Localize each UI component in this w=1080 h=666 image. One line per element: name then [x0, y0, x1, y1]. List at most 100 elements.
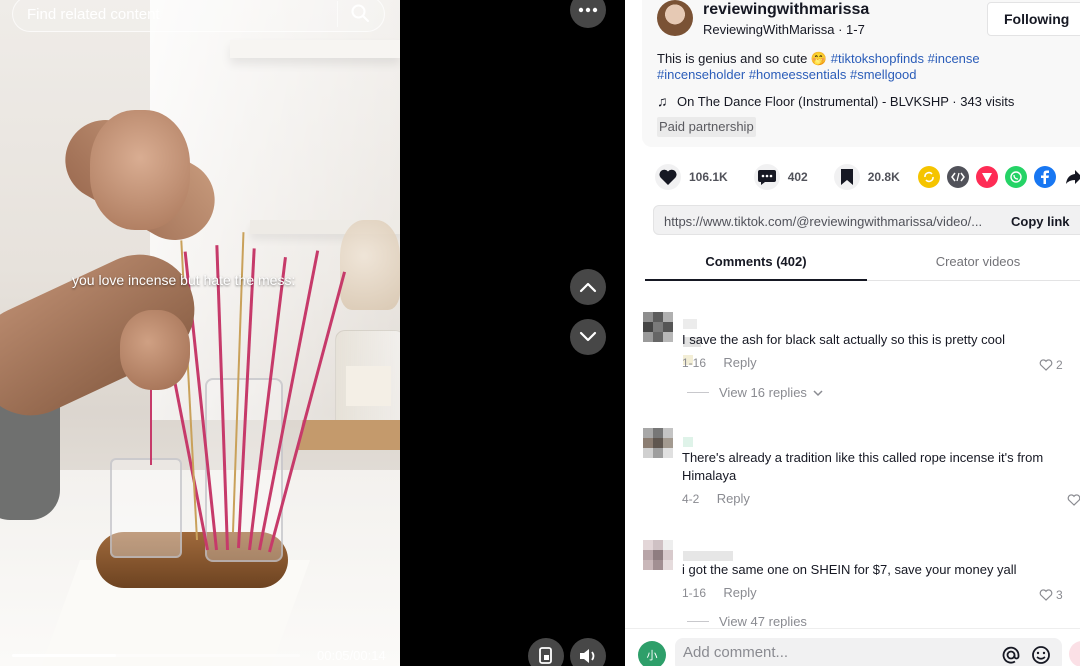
- comment-text: I save the ash for black salt actually s…: [682, 332, 1005, 347]
- video-shelf: [230, 40, 400, 58]
- video-lamp: [340, 220, 400, 310]
- hashtag-link[interactable]: #homeessentials: [749, 67, 847, 82]
- video-jar: [335, 330, 400, 430]
- panel-tabs: Comments (402) Creator videos: [645, 245, 1080, 281]
- description-text: This is genius and so cute 🤭: [657, 51, 828, 66]
- music-link[interactable]: ♫ On The Dance Floor (Instrumental) - BL…: [657, 93, 1014, 109]
- facebook-icon[interactable]: [1034, 166, 1056, 188]
- link-copy-box: https://www.tiktok.com/@reviewingwithmar…: [653, 205, 1080, 235]
- search-divider: [337, 1, 338, 27]
- share-icons: [918, 166, 1080, 188]
- comment-text: i got the same one on SHEIN for $7, save…: [682, 562, 1017, 577]
- hashtag-link[interactable]: #incenseholder: [657, 67, 745, 82]
- embed-icon[interactable]: [947, 166, 969, 188]
- divider-line: [687, 392, 709, 393]
- comment-date: 1-16: [682, 356, 707, 370]
- like-button[interactable]: 106.1K: [655, 164, 728, 190]
- creator-username[interactable]: reviewingwithmarissa: [703, 1, 869, 19]
- favorite-button[interactable]: 20.8K: [833, 164, 900, 190]
- my-avatar[interactable]: 小: [638, 641, 666, 666]
- comment-text: There's already a tradition like this ca…: [682, 450, 1044, 483]
- comment-composer: 小: [625, 628, 1080, 666]
- comment-meta: 4-2 Reply: [682, 491, 750, 506]
- copy-link-button[interactable]: Copy link: [1011, 214, 1070, 229]
- comment-button[interactable]: 402: [753, 164, 808, 190]
- commenter-avatar[interactable]: [643, 428, 677, 462]
- video-progress-bar[interactable]: [12, 654, 300, 657]
- following-button[interactable]: Following: [987, 2, 1080, 36]
- comment-icon: [753, 164, 780, 190]
- video-url: https://www.tiktok.com/@reviewingwithmar…: [664, 214, 983, 229]
- commenter-avatar[interactable]: [643, 312, 677, 346]
- reply-button[interactable]: Reply: [723, 585, 756, 600]
- chevron-down-icon: [813, 389, 823, 396]
- commenter-name-blurred[interactable]: [683, 316, 703, 365]
- comment-input[interactable]: [683, 644, 983, 661]
- hashtag-link[interactable]: #smellgood: [850, 67, 917, 82]
- comment-date: 1-16: [682, 586, 707, 600]
- share-arrow-icon[interactable]: [1063, 166, 1080, 188]
- comment-like-count: 3: [1056, 588, 1063, 602]
- hashtag-link[interactable]: #incense: [928, 51, 980, 66]
- tab-comments[interactable]: Comments (402): [645, 245, 867, 281]
- reply-button[interactable]: Reply: [717, 491, 750, 506]
- comment-like-button[interactable]: 3: [1039, 588, 1063, 602]
- repost-icon[interactable]: [918, 166, 940, 188]
- details-panel: reviewingwithmarissa ReviewingWithMariss…: [625, 0, 1080, 666]
- video-progress-fill: [12, 654, 116, 657]
- post-description: This is genius and so cute 🤭 #tiktokshop…: [657, 51, 1037, 83]
- next-video-button[interactable]: [570, 319, 606, 355]
- heart-icon: [655, 164, 681, 190]
- creator-handle: ReviewingWithMarissa · 1-7: [703, 22, 865, 37]
- related-search-bar[interactable]: Find related content: [12, 0, 385, 32]
- reply-button[interactable]: Reply: [723, 355, 756, 370]
- send-icon[interactable]: [976, 166, 998, 188]
- comment-meta: 1-16 Reply: [682, 585, 757, 600]
- mention-icon[interactable]: [1001, 645, 1021, 665]
- floating-player-button[interactable]: [528, 638, 564, 666]
- engagement-stats: 106.1K 402 20.8K: [655, 164, 926, 190]
- save-count: 20.8K: [867, 170, 900, 184]
- comment-count: 402: [787, 170, 808, 184]
- creator-avatar[interactable]: [657, 0, 693, 36]
- search-icon[interactable]: [350, 3, 370, 23]
- chevron-up-icon: [579, 282, 597, 293]
- video-hand: [90, 110, 190, 230]
- commenter-name-blurred[interactable]: [683, 548, 735, 561]
- emoji-icon[interactable]: [1031, 645, 1051, 665]
- heart-outline-icon: [1067, 494, 1080, 506]
- heart-outline-icon: [1039, 359, 1053, 371]
- music-title: On The Dance Floor (Instrumental) - BLVK…: [677, 93, 1015, 109]
- heart-outline-icon: [1039, 589, 1053, 601]
- comment-like-button[interactable]: [1067, 494, 1080, 506]
- speaker-icon: [580, 649, 595, 663]
- music-note-icon: ♫: [657, 93, 668, 109]
- whatsapp-icon[interactable]: [1005, 166, 1027, 188]
- view-replies-button[interactable]: View 47 replies: [687, 614, 807, 629]
- commenter-name-blurred[interactable]: [683, 434, 695, 447]
- view-replies-button[interactable]: View 16 replies: [687, 385, 823, 400]
- commenter-avatar[interactable]: [643, 540, 677, 574]
- video-tray: [297, 420, 400, 450]
- hashtag-link[interactable]: #tiktokshopfinds: [831, 51, 924, 66]
- bookmark-icon: [833, 164, 860, 190]
- previous-video-button[interactable]: [570, 269, 606, 305]
- comment-input-box[interactable]: [675, 638, 1062, 666]
- mini-player-icon: [539, 647, 552, 664]
- glass-cylinder: [110, 458, 182, 558]
- more-options-button[interactable]: [570, 0, 606, 28]
- divider-line: [687, 621, 709, 622]
- chevron-down-icon: [579, 331, 597, 342]
- comment-like-button[interactable]: 2: [1039, 358, 1063, 372]
- volume-button[interactable]: [570, 638, 606, 666]
- comment-like-count: 2: [1056, 358, 1063, 372]
- video-hand: [120, 310, 190, 390]
- post-button[interactable]: [1069, 641, 1080, 666]
- comment-meta: 1-16 Reply: [682, 355, 757, 370]
- video-time: 00:05/00:14: [317, 648, 386, 663]
- like-count: 106.1K: [689, 170, 728, 184]
- video-player[interactable]: you love incense but hate the mess: Find…: [0, 0, 400, 666]
- more-icon: [578, 7, 598, 13]
- tab-creator-videos[interactable]: Creator videos: [867, 245, 1080, 281]
- paid-partnership-badge: Paid partnership: [657, 117, 756, 137]
